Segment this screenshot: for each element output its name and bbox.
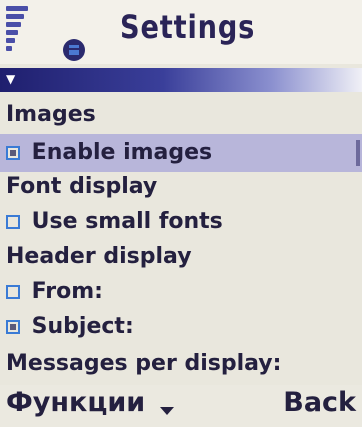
section-font-display: Font display bbox=[0, 168, 362, 206]
checkbox-checked-icon[interactable] bbox=[6, 320, 20, 334]
section-label: Images bbox=[6, 102, 96, 127]
checkbox-label: From: bbox=[31, 279, 103, 304]
back-softkey[interactable]: Back bbox=[283, 387, 356, 418]
checkbox-label: Enable images bbox=[31, 140, 213, 165]
subject-checkbox[interactable]: Subject: bbox=[0, 308, 362, 346]
title-underline-bar: ▼ bbox=[0, 68, 362, 92]
scroll-indicator-icon: ▼ bbox=[6, 72, 16, 86]
softkey-bar: Функции Back bbox=[0, 385, 362, 427]
checkbox-label: Use small fonts bbox=[31, 209, 223, 234]
checkbox-checked-icon[interactable] bbox=[6, 146, 20, 160]
chevron-down-icon bbox=[160, 407, 174, 415]
messaging-app-icon bbox=[63, 39, 85, 61]
checkbox-unchecked-icon[interactable] bbox=[6, 285, 20, 299]
page-title: Settings bbox=[120, 8, 256, 46]
section-label: Header display bbox=[6, 244, 192, 269]
from-checkbox[interactable]: From: bbox=[0, 273, 362, 311]
use-small-fonts-checkbox[interactable]: Use small fonts bbox=[0, 203, 362, 241]
enable-images-checkbox[interactable]: Enable images bbox=[0, 134, 362, 172]
section-header-display: Header display bbox=[0, 238, 362, 276]
setting-label: Messages per display: bbox=[6, 351, 282, 376]
checkbox-label: Subject: bbox=[31, 314, 134, 339]
signal-strength-icon bbox=[6, 6, 34, 54]
section-label: Font display bbox=[6, 174, 158, 199]
section-images: Images bbox=[0, 96, 362, 134]
header: Settings bbox=[0, 0, 362, 64]
checkbox-unchecked-icon[interactable] bbox=[6, 215, 20, 229]
settings-screen: Settings ▼ Images Enable images Font dis… bbox=[0, 0, 362, 427]
left-softkey[interactable]: Функции bbox=[6, 387, 145, 418]
messages-per-display-setting[interactable]: Messages per display: bbox=[0, 345, 362, 383]
